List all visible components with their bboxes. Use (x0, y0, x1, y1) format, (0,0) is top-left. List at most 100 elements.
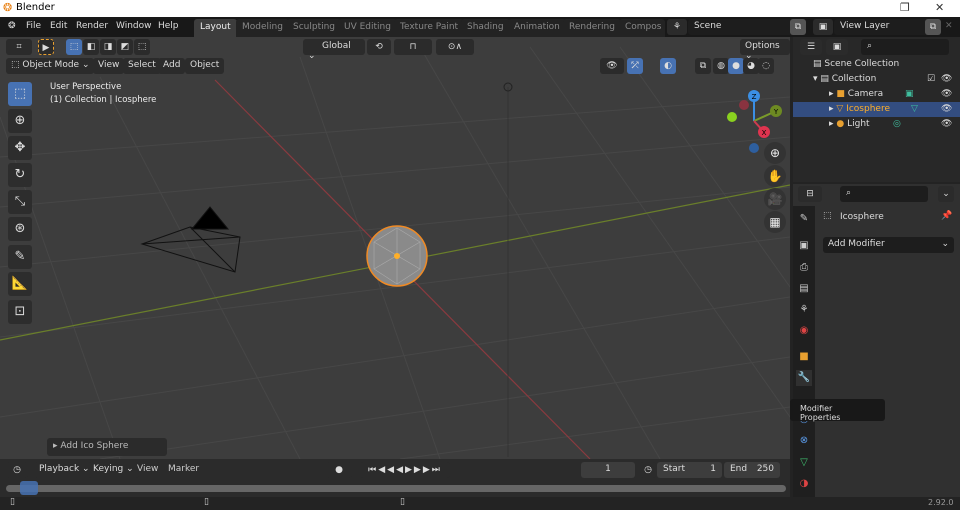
menu-add[interactable]: Add (158, 58, 186, 74)
record-icon[interactable]: ● (326, 462, 352, 478)
data-tab-icon[interactable]: ▽ (796, 455, 812, 471)
output-tab-icon[interactable]: ⎙ (796, 260, 812, 276)
eye-icon[interactable]: 👁 (941, 72, 952, 87)
tab-modeling[interactable]: Modeling (236, 19, 289, 37)
menu-object[interactable]: Object (185, 58, 225, 74)
timeline-scrollbar[interactable] (6, 485, 786, 492)
tool-annotate-icon[interactable]: ✎ (8, 245, 32, 269)
filter-icon[interactable]: ▣ (826, 39, 848, 55)
playhead[interactable] (20, 481, 38, 495)
add-modifier-dropdown[interactable]: Add Modifier ⌄ (823, 237, 954, 253)
delete-view-layer-icon[interactable]: ✕ (945, 21, 953, 31)
tool-tab-icon[interactable]: ✎ (796, 211, 812, 227)
tool-select-icon[interactable]: ⬚ (8, 82, 32, 106)
tool-transform-icon[interactable]: ⊛ (8, 217, 32, 241)
menu-file[interactable]: File (26, 21, 41, 31)
tab-texture-paint[interactable]: Texture Paint (394, 19, 465, 37)
solid-shading-icon[interactable]: ● (728, 58, 744, 74)
last-operator-panel[interactable]: ▸ Add Ico Sphere (47, 438, 167, 456)
rendered-shading-icon[interactable]: ◌ (758, 58, 774, 74)
ortho-grid-icon[interactable]: ▦ (764, 211, 786, 233)
properties-search-input[interactable]: ⌕ (840, 186, 928, 202)
tool-measure-icon[interactable]: 📐 (8, 272, 32, 296)
gizmo-toggle-icon[interactable]: ⤱ (627, 58, 643, 74)
pan-hand-icon[interactable]: ✋ (764, 165, 786, 187)
mode-dropdown[interactable]: ⬚ Object Mode ⌄ (6, 58, 95, 74)
tool-move-icon[interactable]: ✥ (8, 136, 32, 160)
close-icon[interactable]: ✕ (935, 1, 944, 14)
constraints-tab-icon[interactable]: ⊗ (796, 433, 812, 449)
properties-editor-type-icon[interactable]: ⊟ (798, 186, 822, 202)
overlay-toggle-icon[interactable]: ◐ (660, 58, 676, 74)
blender-menu-icon[interactable]: ❂ (8, 21, 16, 31)
eye-icon[interactable]: 👁 (941, 117, 952, 132)
menu-select[interactable]: Select (123, 58, 161, 74)
properties-options-icon[interactable]: ⌄ (938, 186, 954, 202)
options-dropdown[interactable]: Options ⌄ (740, 39, 790, 61)
3d-viewport[interactable]: Z Y X ⌗ ▶ ⬚ ◧ ◨ ◩ ⬚ Global ⌄ ⟲ ⊓ ⊙∧ Opti… (0, 37, 790, 459)
select-extend-icon[interactable]: ◧ (83, 39, 99, 55)
outliner-scene-collection[interactable]: ▤ Scene Collection (793, 57, 960, 72)
orientation-dropdown[interactable]: Global ⌄ (303, 39, 365, 61)
start-frame-field[interactable]: Start 1 (657, 462, 722, 478)
tool-cursor-icon[interactable]: ⊕ (8, 109, 32, 133)
menu-render[interactable]: Render (76, 21, 108, 31)
tool-scale-icon[interactable]: ⤡ (8, 190, 32, 214)
wireframe-shading-icon[interactable]: ◍ (713, 58, 729, 74)
maximize-icon[interactable]: ❐ (900, 1, 910, 14)
new-scene-icon[interactable]: ⧉ (790, 19, 806, 35)
display-mode-icon[interactable]: ☰ (800, 39, 822, 55)
world-tab-icon[interactable]: ◉ (796, 323, 812, 339)
xray-icon[interactable]: ⧉ (695, 58, 711, 74)
pivot-icon[interactable]: ⟲ (367, 39, 391, 55)
camera-view-icon[interactable]: 🎥 (764, 188, 786, 210)
menu-marker[interactable]: Marker (168, 464, 199, 474)
select-new-icon[interactable]: ⬚ (66, 39, 82, 55)
eye-icon[interactable]: 👁 (941, 102, 952, 117)
tab-layout[interactable]: Layout (194, 19, 237, 37)
menu-window[interactable]: Window (116, 21, 152, 31)
eye-icon[interactable]: 👁 (941, 87, 952, 102)
zoom-icon[interactable]: ⊕ (764, 142, 786, 164)
modifier-tab-icon[interactable]: 🔧 (796, 370, 812, 386)
outliner-search-input[interactable]: ⌕ (861, 39, 949, 55)
tool-add-cube-icon[interactable]: ⊡ (8, 300, 32, 324)
view-layer-field[interactable]: View Layer (834, 19, 934, 35)
tab-sculpting[interactable]: Sculpting (287, 19, 342, 37)
new-view-layer-icon[interactable]: ⧉ (925, 19, 941, 35)
timeline-editor-type-icon[interactable]: ◷ (6, 462, 28, 478)
menu-playback[interactable]: Playback ⌄ (34, 462, 95, 478)
playback-controls[interactable]: ⏮◀◀◀▶▶▶⏭ (360, 462, 450, 478)
view-layer-icon[interactable]: ▣ (813, 19, 833, 35)
menu-help[interactable]: Help (158, 21, 179, 31)
material-shading-icon[interactable]: ◕ (743, 58, 759, 74)
outliner-item-camera[interactable]: ▸ ■ Camera ▣ 👁 (793, 87, 960, 102)
select-subtract-icon[interactable]: ◨ (100, 39, 116, 55)
menu-view[interactable]: View (137, 464, 158, 474)
tab-compositing[interactable]: Compos (619, 19, 665, 37)
preview-range-icon[interactable]: ◷ (640, 462, 656, 478)
tool-rotate-icon[interactable]: ↻ (8, 163, 32, 187)
visibility-icon[interactable]: 👁 (600, 58, 624, 74)
menu-edit[interactable]: Edit (50, 21, 67, 31)
scene-tab-icon[interactable]: ⚘ (796, 302, 812, 318)
snap-icon[interactable]: ⊓ (394, 39, 432, 55)
tab-shading[interactable]: Shading (461, 19, 510, 37)
proportional-edit-icon[interactable]: ⊙∧ (436, 39, 474, 55)
editor-type-icon[interactable]: ⌗ (6, 39, 32, 55)
scene-name-field[interactable]: Scene (688, 19, 798, 35)
outliner-collection[interactable]: ▾ ▤ Collection ☑ 👁 (793, 72, 960, 87)
tab-rendering[interactable]: Rendering (563, 19, 621, 37)
select-invert-icon[interactable]: ◩ (117, 39, 133, 55)
exclude-checkbox[interactable]: ☑ (927, 72, 935, 87)
tab-animation[interactable]: Animation (508, 19, 566, 37)
end-frame-field[interactable]: End 250 (724, 462, 780, 478)
render-tab-icon[interactable]: ▣ (796, 238, 812, 254)
view-layer-tab-icon[interactable]: ▤ (796, 281, 812, 297)
menu-view[interactable]: View (93, 58, 125, 74)
menu-keying[interactable]: Keying ⌄ (88, 462, 139, 478)
current-frame-field[interactable]: 1 (581, 462, 635, 478)
tab-uv-editing[interactable]: UV Editing (338, 19, 397, 37)
pin-icon[interactable]: 📌 (941, 211, 952, 221)
material-tab-icon[interactable]: ◑ (796, 476, 812, 492)
